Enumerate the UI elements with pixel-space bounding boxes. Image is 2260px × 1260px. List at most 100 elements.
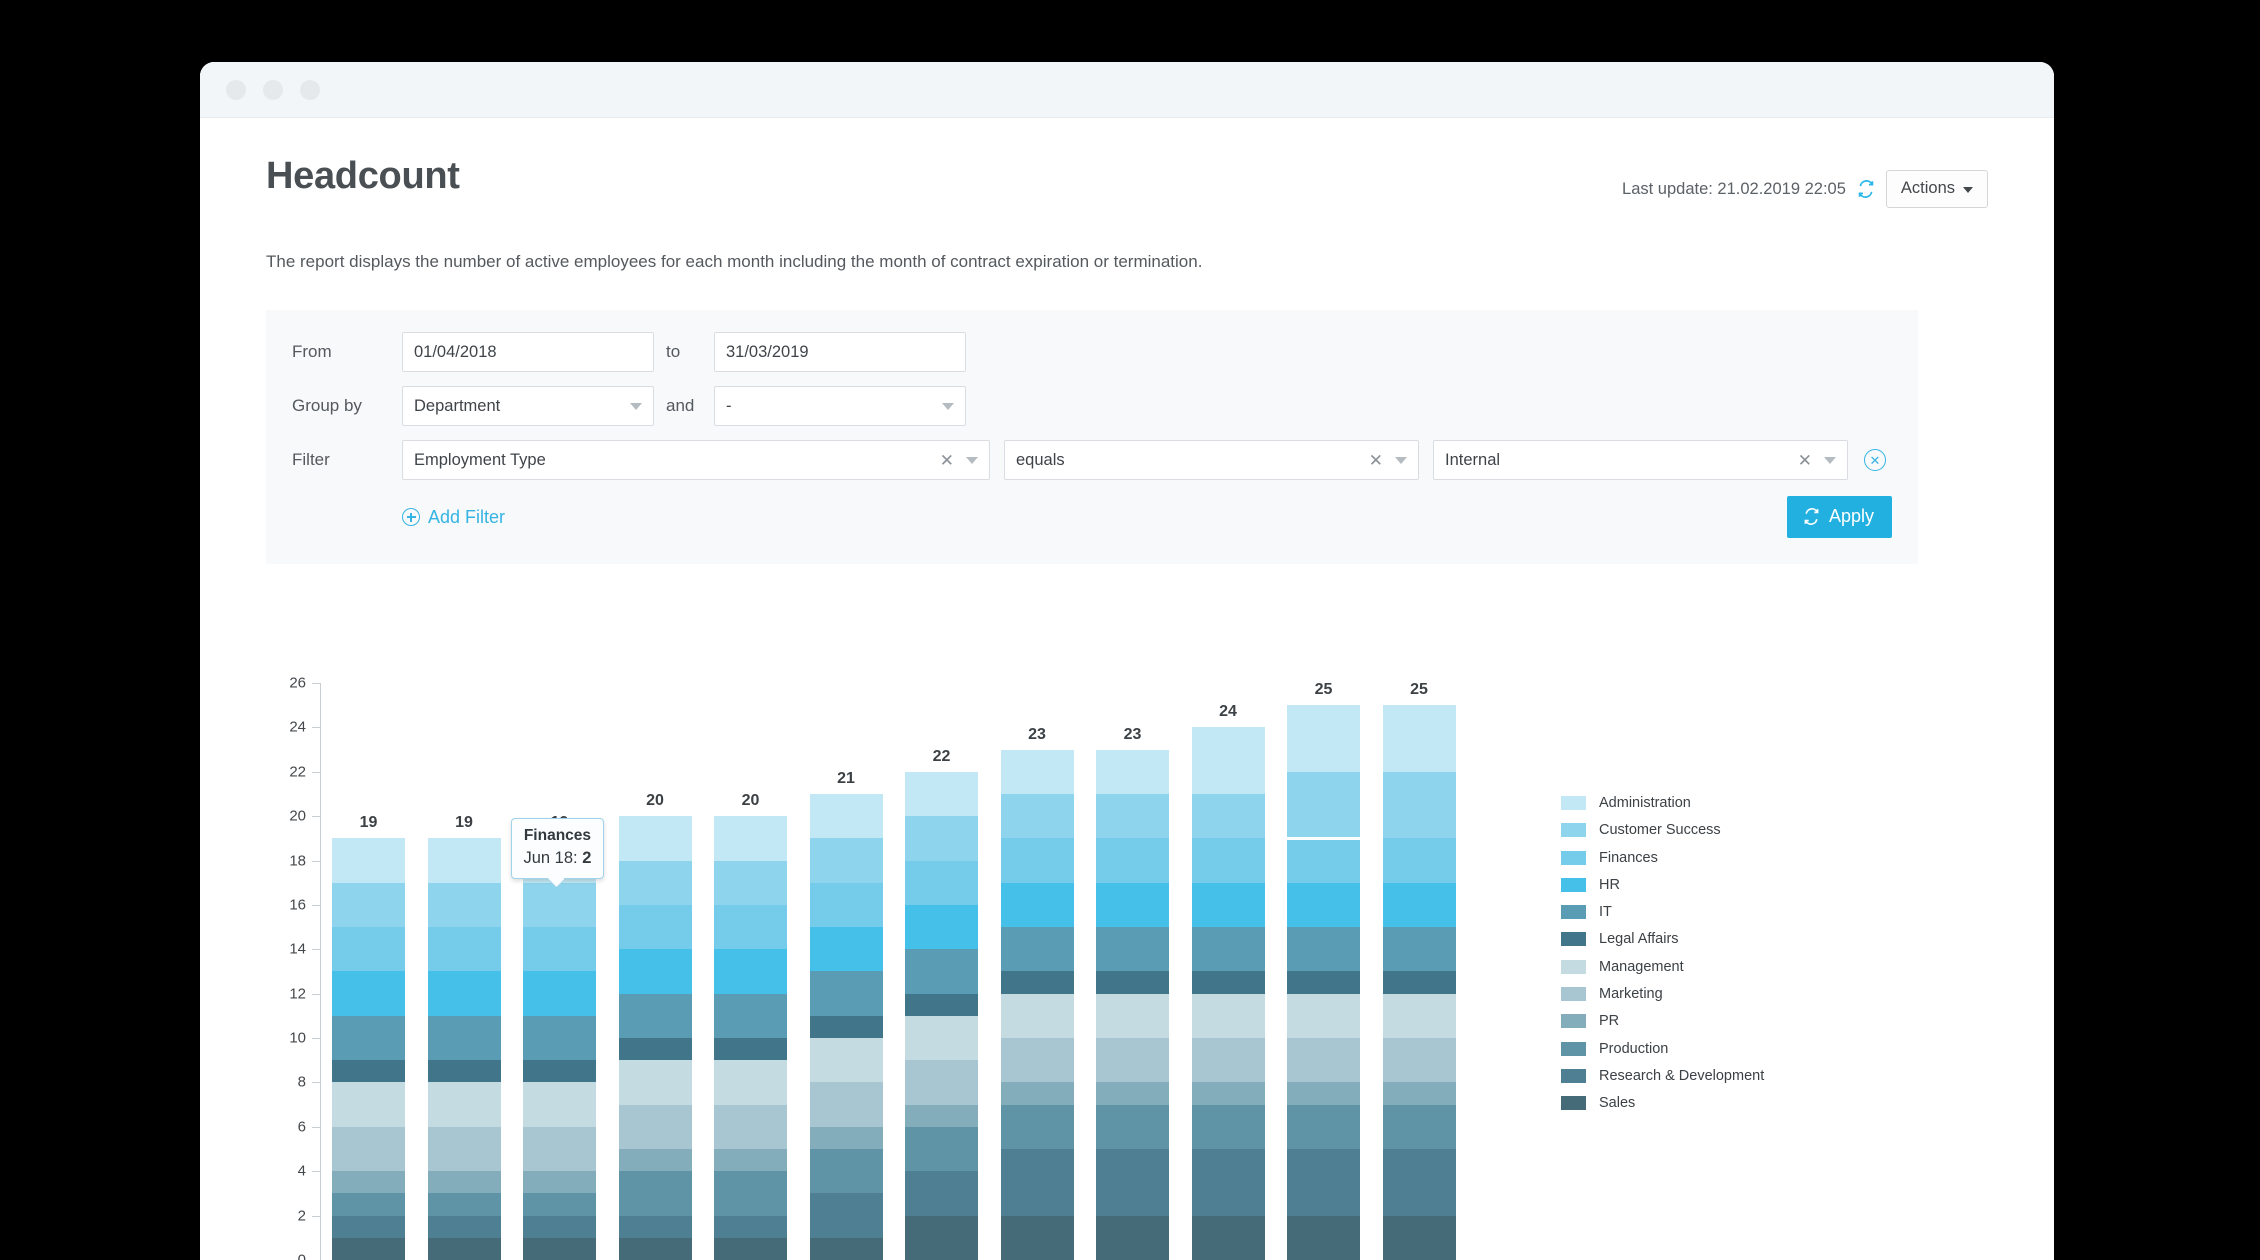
bar-segment[interactable] xyxy=(1287,1215,1360,1260)
bar-segment[interactable] xyxy=(618,904,692,950)
bar-segment[interactable] xyxy=(1000,993,1074,1039)
bar-segment[interactable] xyxy=(1287,927,1360,972)
bar-segment[interactable] xyxy=(427,1171,501,1194)
stacked-bar[interactable] xyxy=(1191,727,1265,1260)
bar-segment[interactable] xyxy=(1000,971,1074,994)
actions-button[interactable]: Actions xyxy=(1885,170,1988,208)
stacked-bar[interactable] xyxy=(1382,705,1456,1260)
bar-segment[interactable] xyxy=(1000,1148,1074,1216)
legend-item[interactable]: Sales xyxy=(1561,1095,1861,1111)
bar-segment[interactable] xyxy=(332,1171,405,1194)
bar-segment[interactable] xyxy=(1191,971,1265,994)
bar-segment[interactable] xyxy=(1000,793,1074,839)
legend-item[interactable]: Management xyxy=(1561,959,1861,975)
filter-operator-select[interactable]: equals ✕ xyxy=(1004,440,1419,480)
legend-item[interactable]: Research & Development xyxy=(1561,1068,1861,1084)
bar-segment[interactable] xyxy=(427,1015,501,1061)
bar-segment[interactable] xyxy=(1287,1038,1360,1083)
bar-segment[interactable] xyxy=(714,1171,787,1216)
bar-segment[interactable] xyxy=(427,1082,501,1127)
bar-segment[interactable] xyxy=(332,927,405,972)
stacked-bar[interactable] xyxy=(427,838,501,1260)
bar-segment[interactable] xyxy=(1382,838,1456,883)
bar-segment[interactable] xyxy=(1191,927,1265,972)
bar-column[interactable]: 20 xyxy=(618,792,692,1260)
bar-segment[interactable] xyxy=(1382,882,1456,928)
bar-segment[interactable] xyxy=(1287,882,1360,928)
bar-segment[interactable] xyxy=(714,949,787,994)
bar-segment[interactable] xyxy=(809,882,883,928)
bar-segment[interactable] xyxy=(809,1126,883,1149)
bar-segment[interactable] xyxy=(523,882,596,928)
bar-segment[interactable] xyxy=(809,971,883,1016)
bar-segment[interactable] xyxy=(905,1126,978,1172)
bar-segment[interactable] xyxy=(332,1060,405,1083)
bar-segment[interactable] xyxy=(1096,1038,1169,1083)
bar-segment[interactable] xyxy=(523,1082,596,1127)
bar-segment[interactable] xyxy=(714,816,787,861)
bar-segment[interactable] xyxy=(332,1193,405,1216)
bar-segment[interactable] xyxy=(1096,1148,1169,1216)
bar-segment[interactable] xyxy=(1382,927,1456,972)
bar-segment[interactable] xyxy=(1000,749,1074,794)
bar-segment[interactable] xyxy=(1191,838,1265,883)
bar-segment[interactable] xyxy=(427,1126,501,1172)
bar-segment[interactable] xyxy=(1096,1082,1169,1105)
bar-segment[interactable] xyxy=(1096,838,1169,883)
stacked-bar[interactable] xyxy=(1096,749,1169,1260)
stacked-bar[interactable] xyxy=(523,838,596,1260)
bar-segment[interactable] xyxy=(714,1060,787,1105)
bar-segment[interactable] xyxy=(809,1148,883,1194)
bar-segment[interactable] xyxy=(1382,1215,1456,1260)
bar-segment[interactable] xyxy=(332,1237,405,1260)
bar-segment[interactable] xyxy=(332,1015,405,1061)
bar-segment[interactable] xyxy=(1191,1038,1265,1083)
legend-item[interactable]: PR xyxy=(1561,1013,1861,1029)
legend-item[interactable]: Production xyxy=(1561,1041,1861,1057)
bar-segment[interactable] xyxy=(714,860,787,905)
bar-segment[interactable] xyxy=(618,949,692,994)
bar-segment[interactable] xyxy=(618,1215,692,1238)
bar-segment[interactable] xyxy=(809,1082,883,1127)
bar-segment[interactable] xyxy=(618,1237,692,1260)
bar-segment[interactable] xyxy=(1000,1104,1074,1149)
bar-segment[interactable] xyxy=(714,904,787,950)
bar-segment[interactable] xyxy=(523,1060,596,1083)
bar-segment[interactable] xyxy=(332,1082,405,1127)
from-date-input[interactable]: 01/04/2018 xyxy=(402,332,654,372)
bar-segment[interactable] xyxy=(1287,993,1360,1039)
legend-item[interactable]: HR xyxy=(1561,877,1861,893)
bar-column[interactable]: 25 xyxy=(1382,681,1456,1260)
bar-segment[interactable] xyxy=(809,793,883,839)
bar-segment[interactable] xyxy=(1000,882,1074,928)
bar-segment[interactable] xyxy=(809,1015,883,1039)
filter-value-select[interactable]: Internal ✕ xyxy=(1433,440,1848,480)
bar-segment[interactable] xyxy=(1287,705,1360,772)
bar-segment[interactable] xyxy=(1000,838,1074,883)
stacked-bar[interactable] xyxy=(905,771,978,1260)
legend-item[interactable]: Customer Success xyxy=(1561,822,1861,838)
bar-segment[interactable] xyxy=(809,1193,883,1238)
bar-segment[interactable] xyxy=(905,904,978,950)
bar-segment[interactable] xyxy=(905,993,978,1016)
legend-item[interactable]: Administration xyxy=(1561,795,1861,811)
bar-column[interactable]: 19 xyxy=(427,814,501,1260)
bar-segment[interactable] xyxy=(1000,1038,1074,1083)
legend-item[interactable]: IT xyxy=(1561,904,1861,920)
stacked-bar[interactable] xyxy=(1287,705,1360,1260)
bar-segment[interactable] xyxy=(905,1060,978,1105)
bar-column[interactable]: 20 xyxy=(714,792,787,1260)
bar-segment[interactable] xyxy=(1000,1082,1074,1105)
bar-segment[interactable] xyxy=(809,1237,883,1260)
bar-segment[interactable] xyxy=(714,1104,787,1149)
bar-segment[interactable] xyxy=(905,816,978,861)
bar-column[interactable]: 23 xyxy=(1000,726,1074,1260)
refresh-icon[interactable] xyxy=(1857,180,1875,198)
bar-segment[interactable] xyxy=(523,1215,596,1238)
bar-segment[interactable] xyxy=(714,1215,787,1238)
bar-segment[interactable] xyxy=(905,1015,978,1061)
bar-segment[interactable] xyxy=(523,1015,596,1061)
remove-filter-icon[interactable]: ✕ xyxy=(1864,449,1886,471)
bar-segment[interactable] xyxy=(905,860,978,905)
bar-segment[interactable] xyxy=(1096,1215,1169,1260)
